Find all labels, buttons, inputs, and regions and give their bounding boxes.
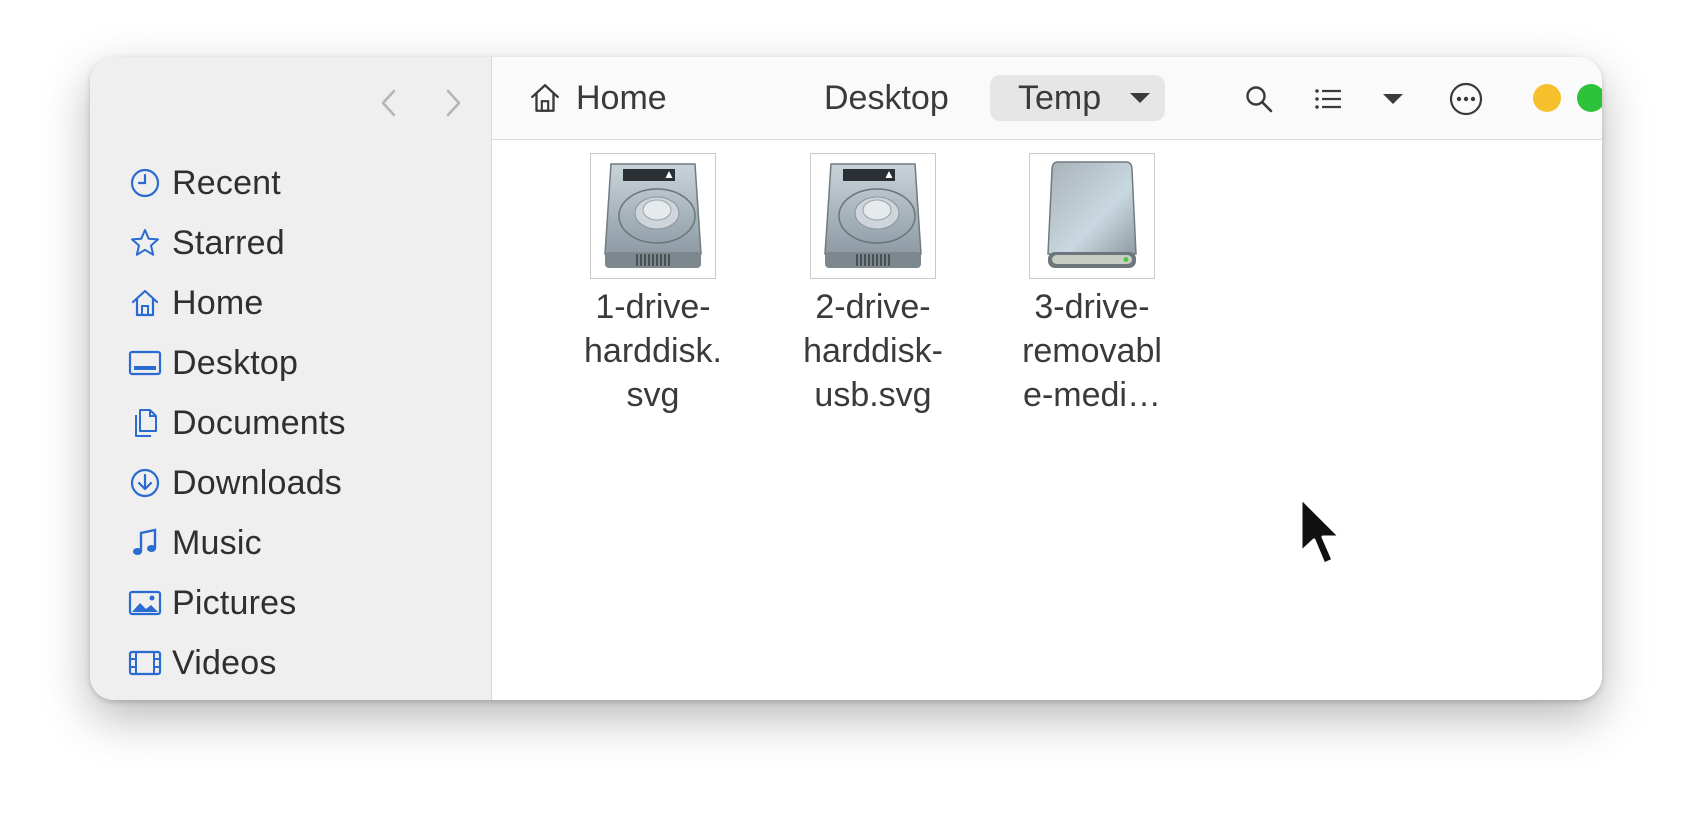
sidebar-item-recent[interactable]: Recent xyxy=(128,153,346,213)
videos-icon xyxy=(128,646,162,680)
breadcrumb-home-label: Home xyxy=(576,78,667,117)
mouse-pointer-icon xyxy=(1299,496,1342,566)
file-item[interactable]: 2-drive- harddisk- usb.svg xyxy=(773,153,973,417)
file-item[interactable]: 3-drive- removabl e-medi… xyxy=(992,153,1192,417)
header-bar: Home Desktop Temp xyxy=(492,57,1602,140)
harddisk-icon xyxy=(590,153,716,279)
main-pane: Home Desktop Temp 1-drive- harddisk. svg… xyxy=(492,57,1602,700)
more-menu-button[interactable] xyxy=(1444,77,1488,121)
removable-media-icon xyxy=(1029,153,1155,279)
back-button[interactable] xyxy=(370,84,408,122)
breadcrumb-desktop[interactable]: Desktop xyxy=(824,75,949,121)
search-button[interactable] xyxy=(1237,77,1281,121)
breadcrumb-current[interactable]: Temp xyxy=(990,75,1166,121)
list-view-icon xyxy=(1315,89,1341,109)
music-icon xyxy=(128,526,162,560)
sidebar-item-starred[interactable]: Starred xyxy=(128,213,346,273)
chevron-left-icon xyxy=(381,89,396,117)
sidebar-item-label: Videos xyxy=(172,643,277,682)
search-icon xyxy=(1246,86,1273,113)
sidebar-item-label: Documents xyxy=(172,403,346,442)
maximize-button[interactable] xyxy=(1577,84,1602,112)
sidebar-item-label: Starred xyxy=(172,223,285,262)
breadcrumb-desktop-label: Desktop xyxy=(824,78,949,117)
view-options-dropdown[interactable] xyxy=(1371,77,1415,121)
download-icon xyxy=(128,466,162,500)
navigation-arrows xyxy=(370,84,472,122)
harddisk-icon xyxy=(810,153,936,279)
sidebar-item-label: Pictures xyxy=(172,583,297,622)
sidebar-item-label: Recent xyxy=(172,163,281,202)
places-list: Recent Starred Home Desktop Documents Do… xyxy=(128,153,346,693)
desktop-icon xyxy=(128,346,162,380)
sidebar-item-home[interactable]: Home xyxy=(128,273,346,333)
file-name: 2-drive- harddisk- usb.svg xyxy=(803,288,943,414)
sidebar-item-label: Music xyxy=(172,523,262,562)
more-options-icon xyxy=(1449,82,1483,116)
breadcrumb-current-label: Temp xyxy=(1018,78,1102,117)
chevron-down-icon xyxy=(1130,93,1151,103)
view-mode-button[interactable] xyxy=(1306,77,1350,121)
file-manager-window: Recent Starred Home Desktop Documents Do… xyxy=(90,57,1602,700)
chevron-right-icon xyxy=(446,89,461,117)
file-name: 3-drive- removabl e-medi… xyxy=(1022,288,1162,414)
breadcrumb-home[interactable]: Home xyxy=(528,75,667,121)
sidebar-item-music[interactable]: Music xyxy=(128,513,346,573)
forward-button[interactable] xyxy=(434,84,472,122)
sidebar-item-downloads[interactable]: Downloads xyxy=(128,453,346,513)
file-name: 1-drive- harddisk. svg xyxy=(584,288,722,414)
sidebar-item-documents[interactable]: Documents xyxy=(128,393,346,453)
home-icon xyxy=(531,84,559,112)
pictures-icon xyxy=(128,586,162,620)
sidebar-item-desktop[interactable]: Desktop xyxy=(128,333,346,393)
chevron-down-icon xyxy=(1383,94,1403,104)
sidebar-item-videos[interactable]: Videos xyxy=(128,633,346,693)
sidebar: Recent Starred Home Desktop Documents Do… xyxy=(90,57,492,700)
file-item[interactable]: 1-drive- harddisk. svg xyxy=(553,153,753,417)
file-grid: 1-drive- harddisk. svg 2-drive- harddisk… xyxy=(492,153,1602,700)
sidebar-item-label: Home xyxy=(172,283,264,322)
documents-icon xyxy=(128,406,162,440)
star-icon xyxy=(128,226,162,260)
home-icon xyxy=(128,286,162,320)
sidebar-item-pictures[interactable]: Pictures xyxy=(128,573,346,633)
sidebar-item-label: Desktop xyxy=(172,343,299,382)
clock-icon xyxy=(128,166,162,200)
minimize-button[interactable] xyxy=(1533,84,1561,112)
sidebar-item-label: Downloads xyxy=(172,463,343,502)
